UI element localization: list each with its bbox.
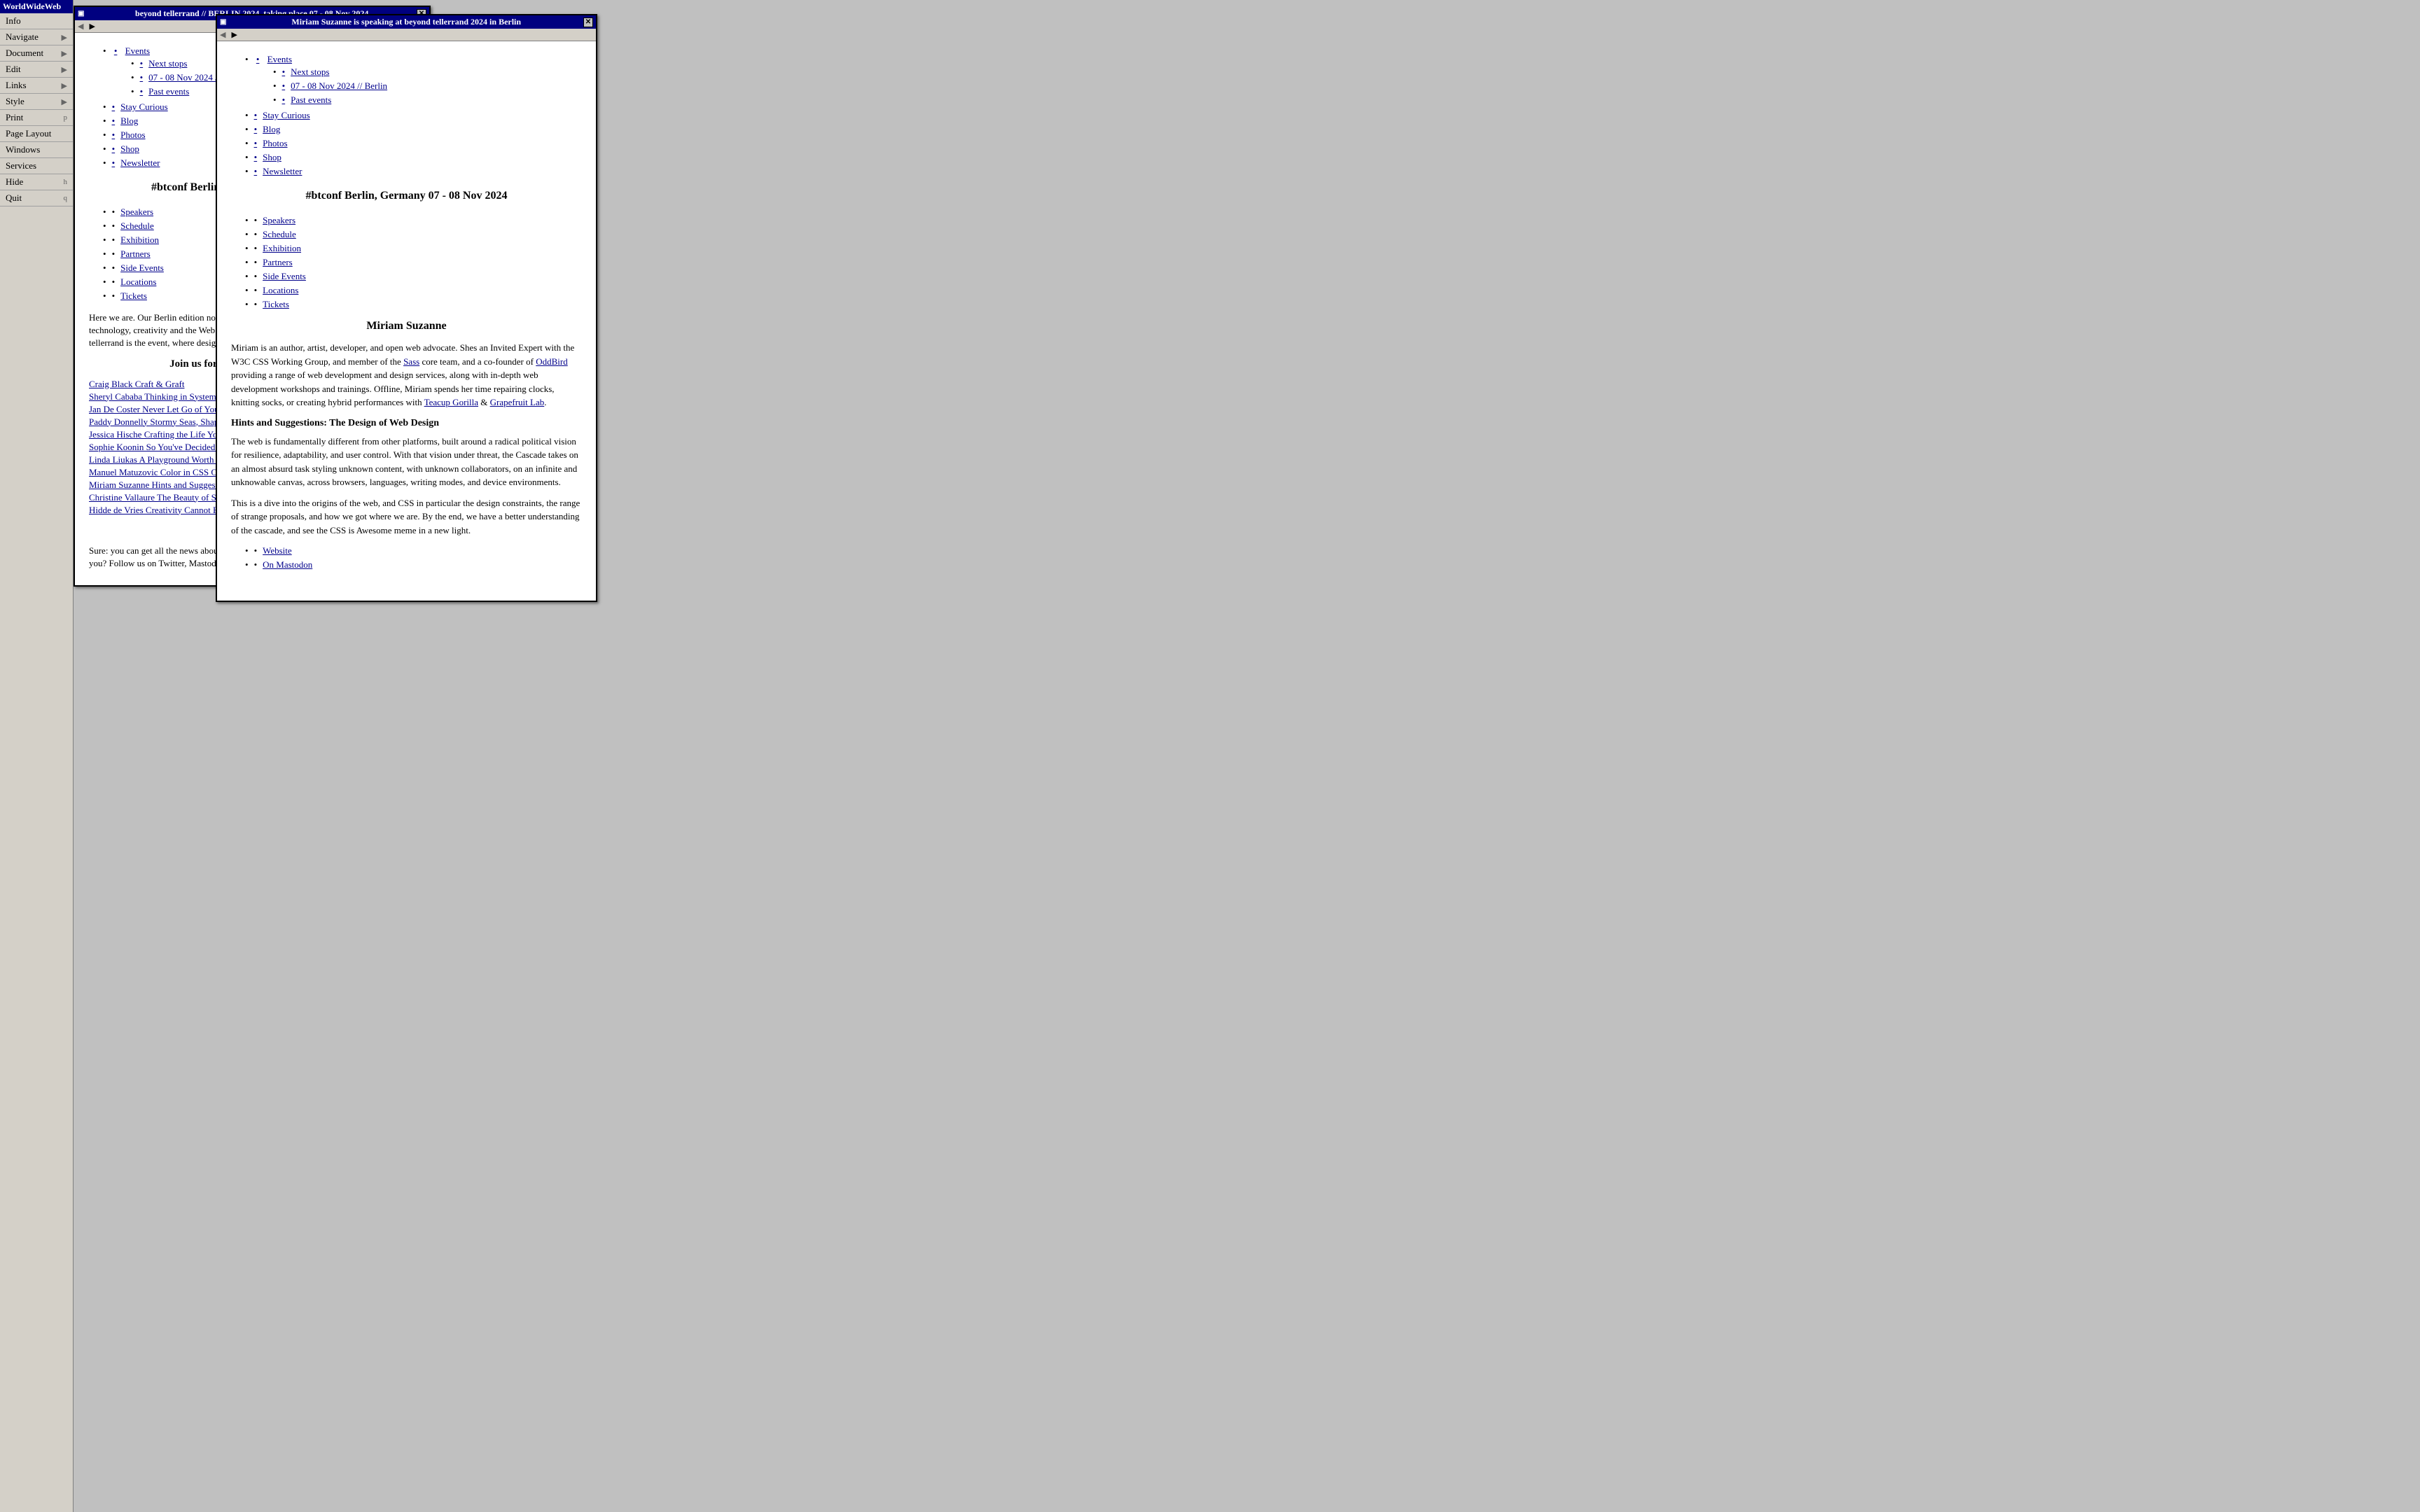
newsletter-link[interactable]: Newsletter — [120, 158, 160, 168]
sidebar-item-style[interactable]: Style ▶ — [0, 94, 73, 110]
events-link[interactable]: Events — [125, 46, 150, 56]
sidebar-item-links[interactable]: Links ▶ — [0, 78, 73, 94]
scroll-right-icon: ▶ — [89, 22, 95, 31]
sidebar-item-hide[interactable]: Hide h — [0, 174, 73, 190]
grapefruit-link[interactable]: Grapefruit Lab — [490, 397, 545, 407]
sidebar-item-print[interactable]: Print p — [0, 110, 73, 126]
talk-heading: Hints and Suggestions: The Design of Web… — [231, 418, 582, 429]
window2-titlebar[interactable]: ▣ Miriam Suzanne is speaking at beyond t… — [217, 15, 596, 29]
stay-curious-link-2[interactable]: Stay Curious — [263, 110, 310, 120]
photos-link-2[interactable]: Photos — [263, 138, 287, 148]
blog-link[interactable]: Blog — [120, 115, 138, 126]
window-icon: ▣ — [78, 10, 84, 18]
talk-desc-2: This is a dive into the origins of the w… — [231, 496, 582, 538]
window2-close-button[interactable]: ✕ — [583, 18, 593, 27]
tickets-link-2[interactable]: Tickets — [263, 299, 289, 309]
stay-curious-link[interactable]: Stay Curious — [120, 102, 168, 112]
blog-link-2[interactable]: Blog — [263, 124, 280, 134]
partners-link-2[interactable]: Partners — [263, 257, 293, 267]
sidebar-item-page-layout[interactable]: Page Layout — [0, 126, 73, 142]
exhibition-link-2[interactable]: Exhibition — [263, 243, 301, 253]
events-submenu-2: •Next stops •07 - 08 Nov 2024 // Berlin … — [245, 65, 582, 107]
window2-icon: ▣ — [220, 18, 226, 26]
scroll-left-icon-2[interactable]: ◀ — [220, 30, 225, 39]
sidebar-item-services[interactable]: Services — [0, 158, 73, 174]
sidebar-item-navigate[interactable]: Navigate ▶ — [0, 29, 73, 46]
dates-link-2[interactable]: 07 - 08 Nov 2024 // Berlin — [291, 80, 387, 91]
schedule-link-2[interactable]: Schedule — [263, 229, 296, 239]
speaker-external-links: •Website •On Mastodon — [231, 544, 582, 572]
sidebar-item-windows[interactable]: Windows — [0, 142, 73, 158]
tickets-link[interactable]: Tickets — [120, 290, 147, 301]
sass-link[interactable]: Sass — [403, 356, 419, 367]
talk-desc-1: The web is fundamentally different from … — [231, 435, 582, 489]
side-events-link[interactable]: Side Events — [120, 262, 164, 273]
app-title: WorldWideWeb — [0, 0, 73, 13]
events-link-2[interactable]: Events — [267, 54, 292, 64]
sidebar-item-document[interactable]: Document ▶ — [0, 46, 73, 62]
website-link[interactable]: Website — [263, 545, 292, 556]
teacup-link[interactable]: Teacup Gorilla — [424, 397, 478, 407]
shop-link-2[interactable]: Shop — [263, 152, 281, 162]
oddbird-link[interactable]: OddBird — [536, 356, 568, 367]
photos-link[interactable]: Photos — [120, 130, 145, 140]
speaker-name: Miriam Suzanne — [231, 320, 582, 332]
nav-list-2: • Events •Next stops •07 - 08 Nov 2024 /… — [231, 52, 582, 178]
window2-content[interactable]: • Events •Next stops •07 - 08 Nov 2024 /… — [217, 41, 596, 596]
next-stops-link-2[interactable]: Next stops — [291, 66, 329, 77]
shop-link[interactable]: Shop — [120, 144, 139, 154]
sidebar-item-edit[interactable]: Edit ▶ — [0, 62, 73, 78]
scroll-right-icon-2: ▶ — [231, 30, 237, 39]
past-events-link[interactable]: Past events — [148, 86, 189, 97]
section-links-2: •Speakers •Schedule •Exhibition •Partner… — [231, 214, 582, 312]
past-events-link-2[interactable]: Past events — [291, 94, 331, 105]
window2-toolbar: ◀ ▶ — [217, 29, 596, 41]
sidebar-item-info[interactable]: Info — [0, 13, 73, 29]
locations-link-2[interactable]: Locations — [263, 285, 298, 295]
locations-link[interactable]: Locations — [120, 276, 156, 287]
sidebar: WorldWideWeb Info Navigate ▶ Document ▶ … — [0, 0, 74, 1512]
newsletter-link-2[interactable]: Newsletter — [263, 166, 302, 176]
speakers-link[interactable]: Speakers — [120, 206, 153, 217]
mastodon-link[interactable]: On Mastodon — [263, 559, 312, 570]
scroll-left-icon[interactable]: ◀ — [78, 22, 83, 31]
sidebar-item-quit[interactable]: Quit q — [0, 190, 73, 206]
exhibition-link[interactable]: Exhibition — [120, 234, 159, 245]
window-miriam: ▣ Miriam Suzanne is speaking at beyond t… — [216, 14, 597, 602]
speaker-bio: Miriam is an author, artist, developer, … — [231, 341, 582, 410]
window2-title: Miriam Suzanne is speaking at beyond tel… — [229, 17, 583, 27]
side-events-link-2[interactable]: Side Events — [263, 271, 306, 281]
speakers-link-2[interactable]: Speakers — [263, 215, 295, 225]
page-title-2: #btconf Berlin, Germany 07 - 08 Nov 2024 — [231, 190, 582, 202]
schedule-link[interactable]: Schedule — [120, 220, 154, 231]
next-stops-link[interactable]: Next stops — [148, 58, 187, 69]
partners-link[interactable]: Partners — [120, 248, 151, 259]
